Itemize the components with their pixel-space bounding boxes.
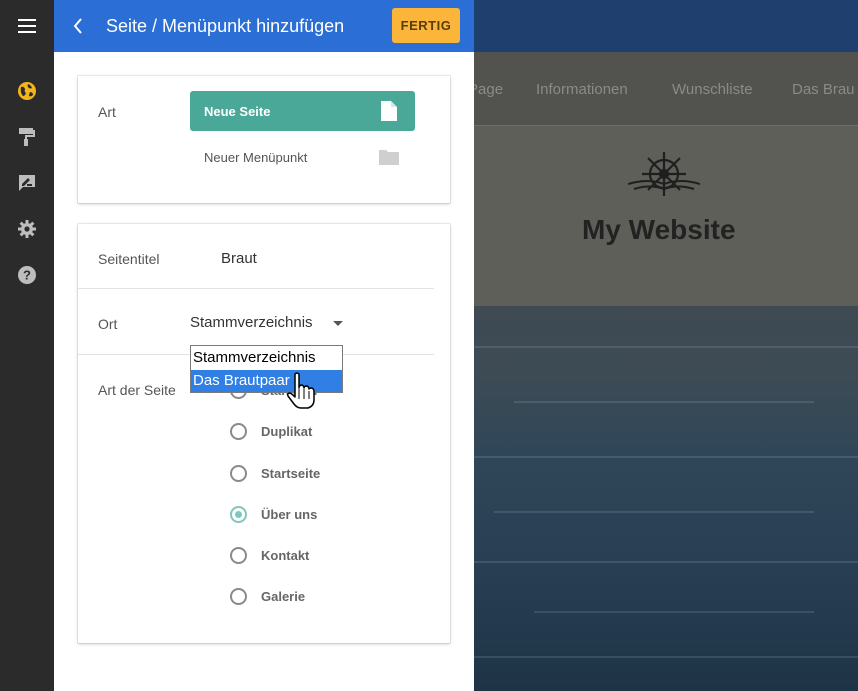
- dropdown-option[interactable]: Stammverzeichnis: [191, 347, 342, 369]
- chevron-left-icon: [73, 18, 82, 34]
- gear-icon[interactable]: [17, 219, 37, 239]
- location-label: Ort: [98, 316, 118, 332]
- preview-topbar: [474, 0, 858, 52]
- new-menu-item-option[interactable]: Neuer Menüpunkt: [190, 142, 415, 172]
- radio-duplicate[interactable]: Duplikat: [230, 421, 312, 441]
- radio-label: Kontakt: [261, 547, 310, 563]
- paint-roller-icon[interactable]: [17, 127, 37, 147]
- nav-item[interactable]: Wunschliste: [672, 81, 753, 98]
- preview-logo-area: My Website: [474, 126, 858, 306]
- page-title-input[interactable]: Braut: [221, 250, 257, 267]
- radio-label: Über uns: [261, 506, 318, 522]
- website-preview: Page Informationen Wunschliste Das Brau …: [474, 0, 858, 691]
- page-type-label: Art der Seite: [98, 382, 176, 398]
- help-icon[interactable]: ?: [17, 265, 37, 285]
- radio-homepage[interactable]: Startseite: [230, 463, 320, 483]
- radio-circle: [230, 464, 247, 482]
- site-title: My Website: [582, 214, 736, 245]
- details-card: Seitentitel Braut Ort Stammverzeichnis A…: [78, 224, 450, 643]
- new-page-label: Neue Seite: [204, 104, 271, 119]
- location-value: Stammverzeichnis: [190, 314, 313, 331]
- nav-item[interactable]: Das Brau: [792, 81, 855, 98]
- page-title-label: Seitentitel: [98, 251, 160, 267]
- back-button[interactable]: [66, 14, 90, 38]
- radio-gallery[interactable]: Galerie: [230, 586, 305, 606]
- file-icon: [381, 101, 397, 121]
- globe-icon[interactable]: [17, 81, 37, 101]
- new-page-button[interactable]: Neue Seite: [190, 91, 415, 131]
- radio-circle: [230, 587, 247, 605]
- dropdown-option-highlighted[interactable]: Das Brautpaar: [191, 370, 342, 392]
- type-label: Art: [98, 104, 116, 120]
- type-card: Art Neue Seite Neuer Menüpunkt: [78, 76, 450, 203]
- divider: [78, 288, 434, 289]
- new-menu-item-label: Neuer Menüpunkt: [204, 150, 308, 165]
- caret-down-icon: [333, 321, 343, 326]
- nav-item[interactable]: Informationen: [536, 81, 628, 98]
- done-button[interactable]: FERTIG: [392, 8, 460, 43]
- nav-item[interactable]: Page: [474, 81, 503, 98]
- left-rail: ?: [0, 0, 54, 691]
- location-dropdown-list: Stammverzeichnis Das Brautpaar: [190, 345, 343, 393]
- radio-label: Galerie: [261, 588, 306, 604]
- radio-label: Duplikat: [261, 423, 313, 439]
- radio-circle-checked: [230, 505, 247, 523]
- radio-circle: [230, 422, 247, 440]
- hand-cursor-icon: [287, 372, 315, 409]
- radio-circle: [230, 546, 247, 564]
- panel-title: Seite / Menüpunkt hinzufügen: [106, 16, 345, 36]
- location-select[interactable]: Stammverzeichnis: [190, 306, 350, 336]
- preview-hero-image: [474, 306, 858, 691]
- radio-label: Startseite: [261, 465, 321, 481]
- panel-header: Seite / Menüpunkt hinzufügen FERTIG: [54, 0, 474, 52]
- ship-wheel-logo: [628, 152, 700, 196]
- folder-icon: [379, 150, 399, 165]
- radio-about-us[interactable]: Über uns: [230, 504, 317, 524]
- svg-text:?: ?: [23, 268, 31, 283]
- edit-icon[interactable]: [17, 173, 37, 193]
- preview-nav: Page Informationen Wunschliste Das Brau: [474, 52, 858, 126]
- radio-contact[interactable]: Kontakt: [230, 545, 309, 565]
- menu-icon[interactable]: [0, 0, 54, 52]
